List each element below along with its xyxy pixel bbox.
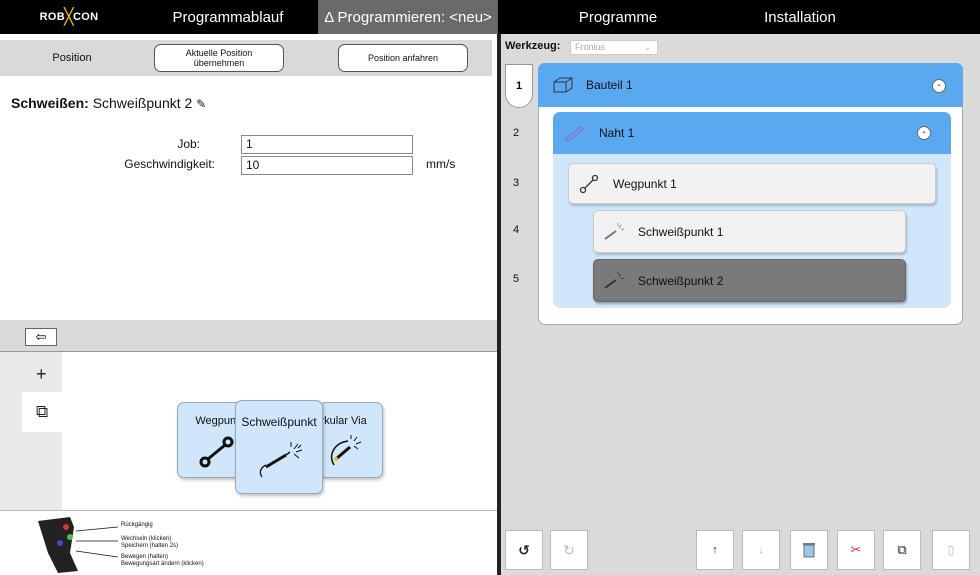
pendant-illustration-icon [38,517,119,573]
pendant-hint: Rückgängig Wechseln (klicken) Speichern … [0,510,497,575]
tree-node-wegpunkt[interactable]: Wegpunkt 1 [568,163,936,204]
tree-label-wegpunkt: Wegpunkt 1 [613,176,677,191]
job-input[interactable]: 1 [241,135,413,154]
tool-select[interactable]: Fronius ⌄ [570,40,658,55]
move-down-button[interactable]: ↓ [742,530,780,570]
tree-node-bauteil[interactable]: Bauteil 1 [538,63,963,107]
delete-button[interactable] [790,530,828,570]
node-name: Schweißpunkt 2 [92,95,193,111]
card-zirkular-via[interactable]: Zirkular Via [319,402,383,478]
card-schweisspunkt-label: Schweißpunkt [241,415,317,429]
node-type: Schweißen: [11,95,89,111]
undo-button[interactable]: ↺ [505,530,543,570]
speed-label: Geschwindigkeit: [124,157,215,171]
tree-label-schweisspunkt-2: Schweißpunkt 2 [638,273,724,288]
row-number-5: 5 [513,273,520,285]
seam-icon [564,126,585,141]
take-position-button[interactable]: Aktuelle Position übernehmen [154,44,284,72]
row-number-4: 4 [513,224,520,236]
position-label: Position [52,52,92,64]
redo-button[interactable]: ↻ [550,530,588,570]
tree-node-naht[interactable]: Naht 1 [553,112,951,154]
robxcon-logo: ROB ╳ CON [39,9,99,26]
waypoint-icon [579,174,599,193]
tree-label-schweisspunkt-1: Schweißpunkt 1 [638,224,724,239]
add-tab[interactable]: + [22,356,62,392]
copy-button[interactable]: ⧉ [883,530,921,570]
weld-torch-icon [259,442,303,478]
paste-button[interactable]: ▯ [932,530,970,570]
weld-torch-icon [604,222,625,240]
tab-programme[interactable]: Programme [498,0,738,34]
cube-icon [553,77,573,93]
scissors-icon: ✂ [850,542,862,557]
back-bar: ⇦ [0,320,497,352]
speed-input[interactable]: 10 [241,156,413,175]
hint-switch: Wechseln (klicken) [121,536,172,542]
row-number-1: 1 [505,64,533,108]
program-tree-panel: Werkzeug: Fronius ⌄ 1 2 3 4 5 Bauteil 1 -… [501,34,980,575]
tool-label: Werkzeug: [505,40,561,52]
tab-programmablauf[interactable]: Programmablauf [138,0,318,34]
circular-weld-icon [330,435,362,466]
tree-label-bauteil: Bauteil 1 [586,78,633,92]
collapse-bauteil[interactable]: - [932,79,946,93]
row-number-3: 3 [513,177,520,189]
speed-unit: mm/s [426,157,456,171]
job-label: Job: [177,137,200,151]
collapse-naht[interactable]: - [917,126,931,140]
tree-toolbar: ↺ ↻ ↑ ↓ ✂ ⧉ ▯ [501,530,980,575]
copy-icon: ⧉ [897,542,907,557]
cut-button[interactable]: ✂ [837,530,875,570]
copy-icon: ⧉ [36,402,49,421]
trash-icon [803,543,815,558]
card-schweisspunkt[interactable]: Schweißpunkt [235,400,323,494]
tree-label-naht: Naht 1 [599,126,635,140]
waypoint-icon [199,436,234,468]
node-title: Schweißen: Schweißpunkt 2 ✎ [11,95,206,111]
move-up-button[interactable]: ↑ [696,530,734,570]
row-number-2: 2 [513,127,520,139]
move-to-position-button[interactable]: Position anfahren [338,44,468,72]
hint-motion-type: Bewegungsart ändern (klicken) [121,561,204,567]
top-nav: ROB ╳ CON Programmablauf Δ Programmieren: … [0,0,980,34]
tree-node-schweisspunkt-2[interactable]: Schweißpunkt 2 [593,259,906,302]
pencil-icon[interactable]: ✎ [196,97,206,111]
card-zirkular-label: Zirkular Via [320,415,367,427]
chevron-down-icon: ⌄ [644,43,651,52]
position-bar: Position Aktuelle Position übernehmen Po… [0,40,492,76]
templates-tab[interactable]: ⧉ [22,392,62,432]
hint-save: Speichern (halten 2s) [121,543,179,549]
tab-installation[interactable]: Installation [738,0,862,34]
hint-undo: Rückgängig [121,522,153,528]
insert-tabs: + ⧉ [0,352,62,510]
tab-programmieren[interactable]: Δ Programmieren: <neu> [318,0,498,34]
take-position-label: Aktuelle Position übernehmen [185,47,253,68]
weld-torch-icon [604,271,625,289]
hint-move: Bewegen (halten) [121,554,169,560]
app-root: { "nav": { "logo": "ROBXCON", "tabs": ["… [0,0,980,575]
template-cards: Wegpunkt Zirkular Via Schweißpunkt [62,352,497,510]
move-to-position-label: Position anfahren [367,52,439,63]
paste-icon: ▯ [947,543,955,557]
back-button[interactable]: ⇦ [25,328,57,346]
tree-node-schweisspunkt-1[interactable]: Schweißpunkt 1 [593,210,906,253]
